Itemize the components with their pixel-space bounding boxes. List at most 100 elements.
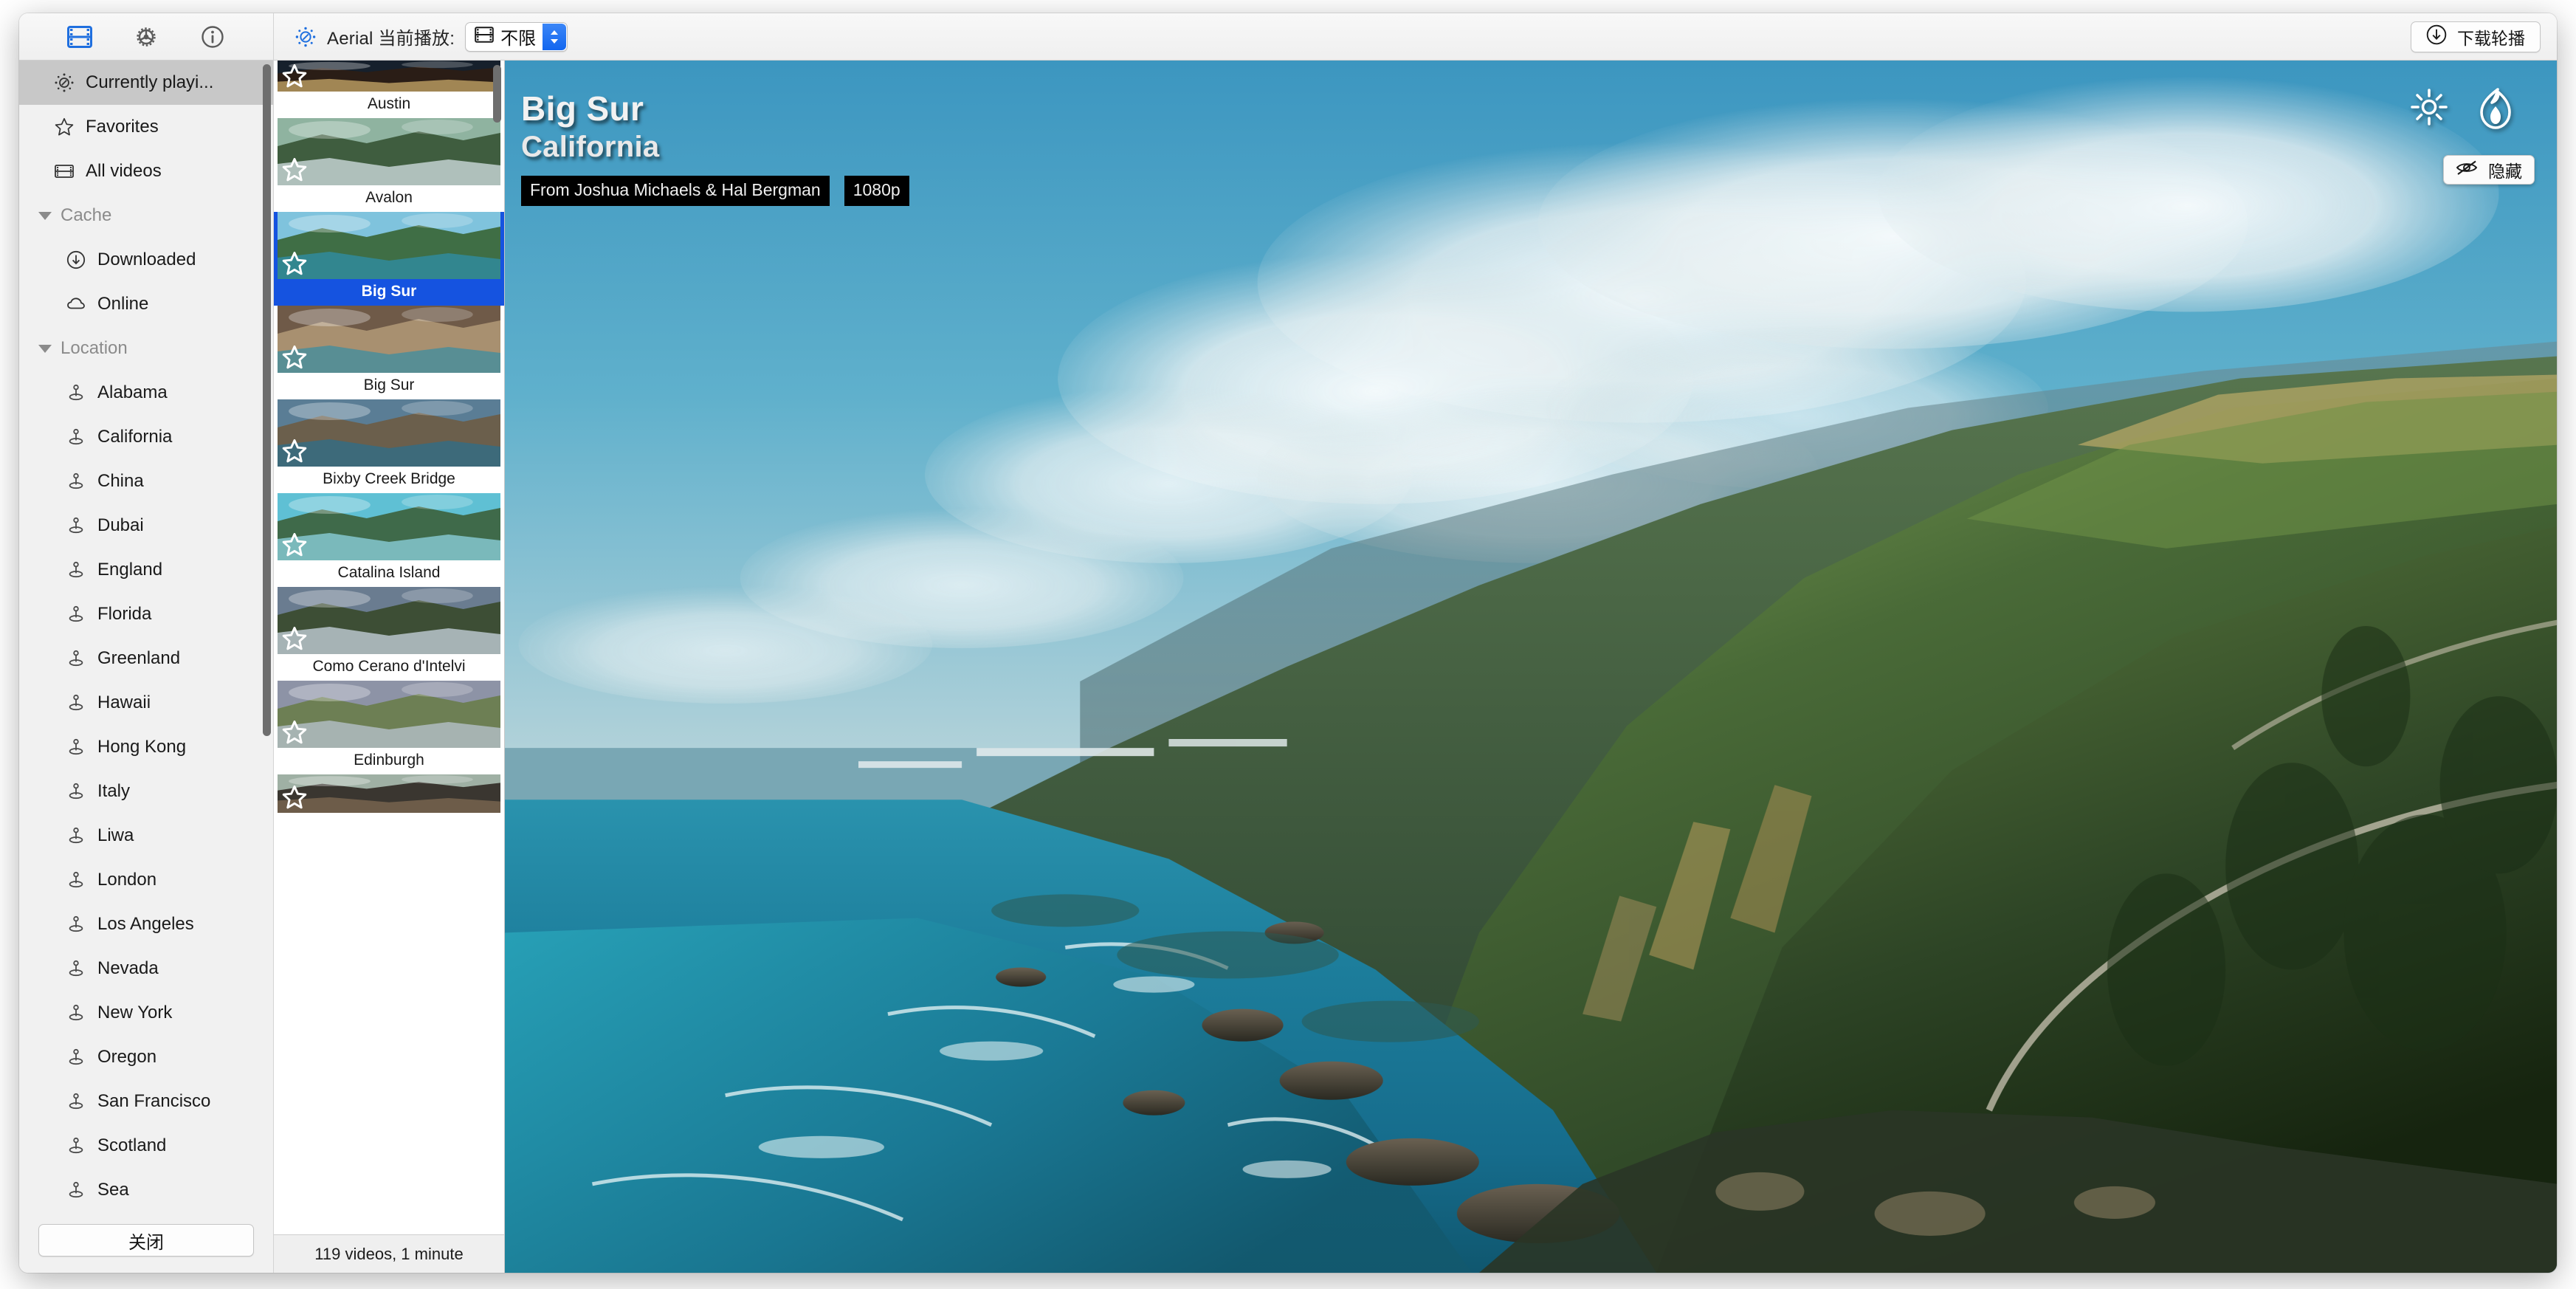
thumbnail-item[interactable]: Austin (274, 61, 504, 118)
favorite-star-icon[interactable] (282, 532, 307, 557)
sidebar-item-oregon[interactable]: Oregon (19, 1035, 273, 1079)
thumbnail-label: Austin (367, 95, 411, 112)
sidebar-item-china[interactable]: China (19, 459, 273, 503)
favorite-star-icon[interactable] (282, 157, 307, 182)
thumbnail-list-column: Austin Avalon Big Sur Big Sur Bixby Creek Br… (274, 61, 505, 1273)
thumbnail-item[interactable]: Como Cerano d'Intelvi (274, 587, 504, 681)
sidebar-item-label: Liwa (97, 825, 134, 845)
map-pin-icon (65, 515, 87, 536)
map-pin-icon (65, 604, 87, 625)
favorite-star-icon[interactable] (282, 345, 307, 370)
sidebar-item-england[interactable]: England (19, 548, 273, 592)
sidebar-item-scotland[interactable]: Scotland (19, 1124, 273, 1168)
flame-drop-icon[interactable] (2476, 87, 2515, 134)
sidebar-group-label: Cache (61, 205, 112, 225)
sidebar-item-online[interactable]: Online (19, 282, 273, 326)
thumbnail-label: Como Cerano d'Intelvi (312, 658, 466, 675)
film-strip-icon (53, 161, 75, 182)
thumbnail-item[interactable]: Big Sur (274, 306, 504, 399)
sidebar-item-greenland[interactable]: Greenland (19, 636, 273, 681)
film-strip-icon (475, 27, 494, 47)
disclosure-triangle-icon[interactable] (38, 211, 52, 220)
map-pin-icon (65, 1180, 87, 1200)
cloud-icon (65, 294, 87, 314)
sidebar-item-sea[interactable]: Sea (19, 1168, 273, 1212)
quality-select[interactable]: 不限 (465, 21, 568, 52)
sidebar-item-label: New York (97, 1003, 173, 1022)
thumbnail-item[interactable] (274, 774, 504, 813)
hide-button-label: 隐藏 (2488, 162, 2522, 181)
sidebar-item-all-videos[interactable]: All videos (19, 149, 273, 193)
sun-icon[interactable] (2409, 87, 2449, 134)
sidebar-item-italy[interactable]: Italy (19, 769, 273, 814)
sidebar-item-hong-kong[interactable]: Hong Kong (19, 725, 273, 769)
star-icon (53, 117, 75, 137)
sidebar-item-los-angeles[interactable]: Los Angeles (19, 902, 273, 946)
download-rotation-button[interactable]: 下载轮播 (2411, 21, 2541, 52)
preview-title: Big Sur (521, 89, 644, 128)
aerial-now-playing-label: Aerial 当前播放: (327, 29, 455, 49)
sidebar-item-label: China (97, 471, 144, 491)
close-button[interactable]: 关闭 (38, 1224, 254, 1257)
sidebar-item-label: Florida (97, 604, 152, 624)
sidebar-item-downloaded[interactable]: Downloaded (19, 238, 273, 282)
aerial-icon (53, 72, 75, 93)
disclosure-triangle-icon[interactable] (38, 344, 52, 353)
sidebar-item-dubai[interactable]: Dubai (19, 503, 273, 548)
aerial-window: Aerial 当前播放: 不限 下载轮播 Currently playi... … (19, 13, 2557, 1273)
thumbnail-item[interactable]: Catalina Island (274, 493, 504, 587)
thumbnail-image (278, 681, 500, 748)
sidebar-item-label: Alabama (97, 382, 168, 402)
info-tab-icon[interactable] (200, 24, 225, 49)
preview-icon-group (2409, 87, 2515, 134)
sidebar-item-florida[interactable]: Florida (19, 592, 273, 636)
thumbnail-item[interactable]: Avalon (274, 118, 504, 212)
sidebar-scrollbar[interactable] (263, 64, 271, 736)
thumbnail-image (278, 774, 500, 813)
thumbnail-label: Big Sur (361, 283, 417, 300)
sidebar-item-currently-playi[interactable]: Currently playi... (19, 61, 273, 105)
map-pin-icon (65, 560, 87, 580)
thumbnail-list: Austin Avalon Big Sur Big Sur Bixby Creek Br… (274, 61, 504, 813)
sidebar-item-san-francisco[interactable]: San Francisco (19, 1079, 273, 1124)
favorite-star-icon[interactable] (282, 785, 307, 810)
thumbnail-item[interactable]: Bixby Creek Bridge (274, 399, 504, 493)
thumbnail-image (278, 587, 500, 654)
thumbnail-scrollbar[interactable] (493, 65, 501, 123)
sidebar-item-london[interactable]: London (19, 858, 273, 902)
thumbnail-item[interactable]: Big Sur (274, 212, 504, 306)
sidebar-item-liwa[interactable]: Liwa (19, 814, 273, 858)
thumbnail-label: Catalina Island (337, 564, 441, 581)
map-pin-icon (65, 870, 87, 890)
sidebar-item-california[interactable]: California (19, 415, 273, 459)
sidebar-item-label: England (97, 560, 163, 580)
hide-button[interactable]: 隐藏 (2443, 155, 2535, 185)
chevron-updown-icon[interactable] (543, 23, 567, 50)
sidebar-item-new-york[interactable]: New York (19, 991, 273, 1035)
sidebar-item-nevada[interactable]: Nevada (19, 946, 273, 991)
credit-badge: From Joshua Michaels & Hal Bergman (521, 175, 830, 206)
settings-tab-icon[interactable] (134, 24, 159, 49)
favorite-star-icon[interactable] (282, 63, 307, 89)
thumbnail-image (278, 306, 500, 373)
sidebar-item-hawaii[interactable]: Hawaii (19, 681, 273, 725)
video-preview-pane[interactable]: Big Sur California From Joshua Michaels … (505, 61, 2557, 1273)
videos-tab-icon[interactable] (67, 25, 92, 48)
map-pin-icon (65, 737, 87, 757)
sidebar-item-alabama[interactable]: Alabama (19, 371, 273, 415)
sidebar-item-label: San Francisco (97, 1091, 211, 1111)
sidebar-item-label: Hong Kong (97, 737, 187, 757)
sidebar-item-label: Nevada (97, 958, 159, 978)
sidebar-item-label: Oregon (97, 1047, 157, 1067)
favorite-star-icon[interactable] (282, 439, 307, 464)
favorite-star-icon[interactable] (282, 720, 307, 745)
sidebar-item-favorites[interactable]: Favorites (19, 105, 273, 149)
sidebar-group-cache[interactable]: Cache (19, 193, 273, 238)
thumbnail-image (278, 212, 500, 279)
map-pin-icon (65, 958, 87, 979)
sidebar-item-label: Downloaded (97, 250, 196, 269)
thumbnail-item[interactable]: Edinburgh (274, 681, 504, 774)
favorite-star-icon[interactable] (282, 626, 307, 651)
sidebar-group-location[interactable]: Location (19, 326, 273, 371)
favorite-star-icon[interactable] (282, 251, 307, 276)
